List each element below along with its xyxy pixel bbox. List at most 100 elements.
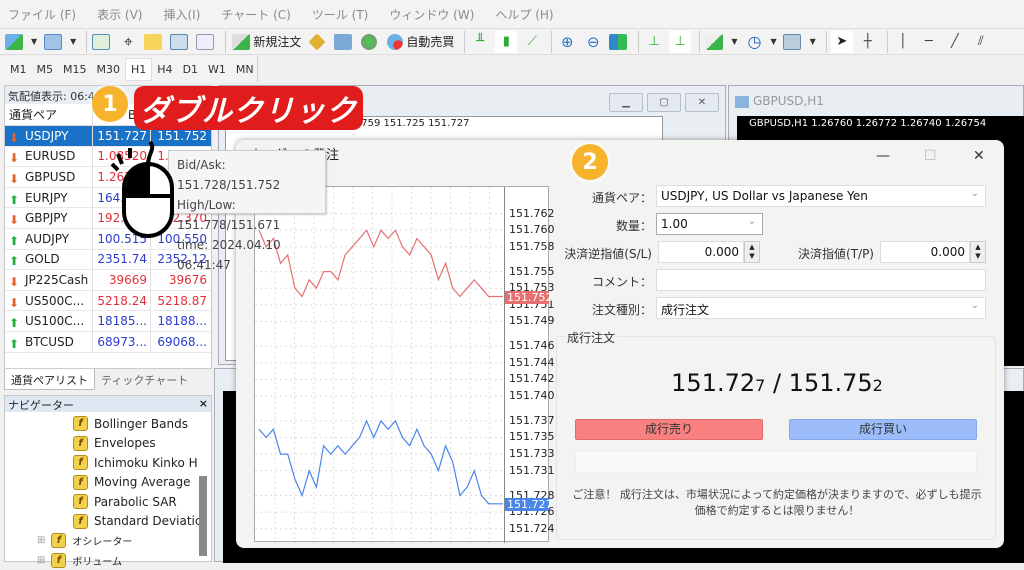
nav-item[interactable]: fIchimoku Kinko H [73, 453, 211, 473]
nav-item[interactable]: fStandard Deviatic [73, 512, 211, 532]
new-chart-button[interactable] [4, 31, 26, 53]
down-arrow-icon: ⬇ [9, 151, 19, 161]
candlestick-button[interactable]: ▮ [495, 31, 517, 53]
timeframe-m5[interactable]: M5 [32, 59, 59, 80]
tooltip-high-low: High/Low: 151.778/151.671 [177, 195, 321, 235]
bid-cell: 2351.74 [93, 250, 151, 270]
close-button[interactable]: ✕ [685, 93, 719, 112]
channel-button[interactable]: ⫽ [970, 31, 992, 53]
autoscroll-button[interactable]: ⊥ [669, 31, 691, 53]
indicator-icon: f [73, 416, 88, 431]
menu-file[interactable]: ファイル (F) [8, 6, 76, 23]
dialog-maximize-button[interactable]: ☐ [924, 148, 937, 164]
menu-help[interactable]: ヘルプ (H) [495, 6, 553, 23]
navigator-title-bar: ナビゲーター × [5, 396, 211, 412]
nav-item[interactable]: fBollinger Bands [73, 414, 211, 434]
symbol-cell: ⬆BTCUSD [5, 332, 93, 352]
menu-insert[interactable]: 挿入(I) [163, 6, 200, 23]
menu-tools[interactable]: ツール (T) [312, 6, 369, 23]
market-watch-row[interactable]: ⬇US500C... 5218.24 5218.87 [5, 291, 211, 312]
strategy-tester-button[interactable] [195, 31, 217, 53]
zoom-out-button[interactable]: ⊖ [582, 31, 604, 53]
symbol-cell: ⬇US500C... [5, 291, 93, 311]
market-watch-row[interactable]: ⬆BTCUSD 68973... 69068... [5, 332, 211, 353]
timeframe-d1[interactable]: D1 [178, 59, 203, 80]
zoom-in-icon: ⊕ [561, 33, 574, 51]
nav-item[interactable]: fMoving Average [73, 473, 211, 493]
nav-group-volumes[interactable]: ⊞fボリューム [5, 551, 211, 570]
market-button[interactable] [359, 31, 381, 53]
dialog-minimize-button[interactable]: — [876, 148, 890, 164]
timeframe-mn[interactable]: MN [231, 59, 259, 80]
minimize-button[interactable]: ▁ [609, 93, 643, 112]
symbol-label: 通貨ペア： [566, 189, 652, 206]
col-symbol[interactable]: 通貨ペア [5, 104, 93, 125]
tab-symbols[interactable]: 通貨ペアリスト [4, 369, 95, 390]
timeframe-h4[interactable]: H4 [152, 59, 177, 80]
order-type-select[interactable]: 成行注文⌄ [656, 297, 986, 319]
dialog-close-button[interactable]: ✕ [973, 148, 985, 164]
tile-windows-button[interactable] [608, 31, 630, 53]
sl-input[interactable]: 0.000 [658, 241, 744, 263]
comment-input[interactable] [656, 269, 986, 291]
bid-ask-quote: 151.727 / 151.752 [557, 369, 997, 397]
templates-button[interactable] [783, 31, 805, 53]
menu-view[interactable]: 表示 (V) [97, 6, 142, 23]
timeframe-m30[interactable]: M30 [92, 59, 126, 80]
tp-input[interactable]: 0.000 [880, 241, 970, 263]
metaeditor-button[interactable] [307, 31, 329, 53]
status-message-box [575, 451, 977, 473]
navigator-button[interactable] [143, 31, 165, 53]
nav-item-label: Moving Average [94, 475, 190, 489]
sell-by-market-button[interactable]: 成行売り [575, 419, 763, 440]
terminal-button[interactable] [169, 31, 191, 53]
expand-icon[interactable]: ⊞ [37, 555, 45, 566]
navigator-scrollbar[interactable] [199, 476, 207, 556]
trendline-button[interactable]: ╱ [944, 31, 966, 53]
clock-icon: ◷ [748, 32, 762, 51]
horizontal-line-button[interactable]: ─ [918, 31, 940, 53]
symbol-name: JP225Cash [25, 273, 88, 287]
down-arrow-icon: ⬇ [9, 131, 19, 141]
menu-chart[interactable]: チャート (C) [221, 6, 290, 23]
symbol-select[interactable]: USDJPY, US Dollar vs Japanese Yen⌄ [656, 185, 986, 207]
crosshair-button[interactable]: ┼ [857, 31, 879, 53]
periods-button[interactable]: ◷ [744, 31, 766, 53]
data-window-button[interactable]: ⌖ [117, 31, 139, 53]
tab-tick-chart[interactable]: ティックチャート [95, 369, 194, 390]
signals-button[interactable] [333, 31, 355, 53]
symbol-name: BTCUSD [25, 335, 74, 349]
indicators-button[interactable] [704, 31, 726, 53]
zoom-in-button[interactable]: ⊕ [556, 31, 578, 53]
buy-by-market-button[interactable]: 成行買い [789, 419, 977, 440]
expand-icon[interactable]: ⊞ [37, 535, 45, 546]
metaeditor-icon [308, 33, 325, 50]
timeframe-h1[interactable]: H1 [125, 58, 152, 81]
navigator-close-icon[interactable]: × [199, 397, 208, 411]
up-arrow-icon: ⬆ [9, 254, 19, 264]
timeframe-w1[interactable]: W1 [203, 59, 231, 80]
new-order-button[interactable]: 新規注文 [230, 31, 303, 53]
profiles-button[interactable] [43, 31, 65, 53]
cursor-button[interactable]: ➤ [831, 31, 853, 53]
nav-group-oscillators[interactable]: ⊞fオシレーター [5, 531, 211, 551]
chart-shift-button[interactable]: ⊥ [643, 31, 665, 53]
bid-price-tag: 151.727 [505, 498, 549, 511]
timeframe-m1[interactable]: M1 [5, 59, 32, 80]
timeframe-m15[interactable]: M15 [58, 59, 92, 80]
menu-window[interactable]: ウィンドウ (W) [389, 6, 474, 23]
tp-stepper[interactable]: ▲▼ [970, 241, 986, 263]
nav-item[interactable]: fEnvelopes [73, 434, 211, 454]
line-chart-button[interactable]: ⟋ [521, 31, 543, 53]
volume-select[interactable]: 1.00⌄ [656, 213, 763, 235]
sl-stepper[interactable]: ▲▼ [744, 241, 760, 263]
nav-item[interactable]: fParabolic SAR [73, 492, 211, 512]
toolbar: ▼ ▼ ⌖ 新規注文 自動売買 ╨ ▮ ⟋ ⊕ ⊖ ⊥ ⊥ ▼ ◷▼ ▼ ➤ ┼… [0, 28, 1024, 55]
market-watch-row[interactable]: ⬆US100C... 18185... 18188... [5, 311, 211, 332]
auto-trading-label: 自動売買 [406, 33, 454, 50]
maximize-button[interactable]: ▢ [647, 93, 681, 112]
bar-chart-button[interactable]: ╨ [469, 31, 491, 53]
market-watch-button[interactable] [91, 31, 113, 53]
auto-trading-button[interactable]: 自動売買 [385, 31, 456, 53]
vertical-line-button[interactable]: │ [892, 31, 914, 53]
